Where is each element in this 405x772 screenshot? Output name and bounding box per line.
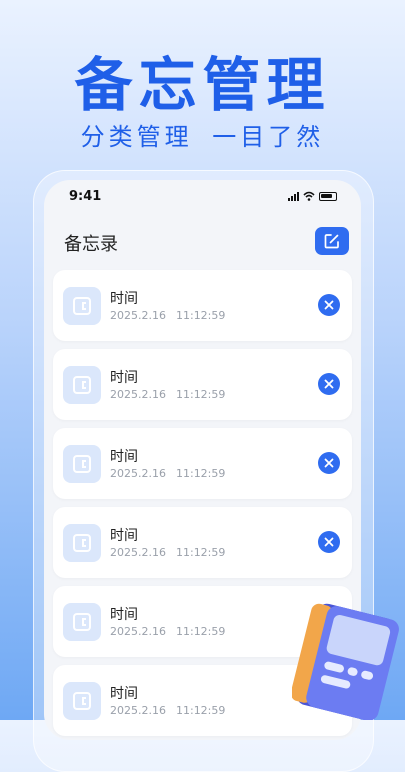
note-timestamp: 2025.2.16 11:12:59 bbox=[110, 704, 225, 717]
note-icon bbox=[63, 445, 101, 483]
note-icon bbox=[63, 682, 101, 720]
note-date: 2025.2.16 bbox=[110, 704, 166, 717]
close-icon bbox=[324, 537, 334, 547]
signal-icon bbox=[288, 192, 299, 201]
note-card[interactable]: 时间 2025.2.16 11:12:59 bbox=[53, 349, 352, 420]
note-title: 时间 bbox=[110, 607, 138, 623]
tablet-illustration bbox=[292, 603, 399, 720]
note-icon bbox=[63, 603, 101, 641]
delete-button[interactable] bbox=[318, 373, 340, 395]
note-time: 11:12:59 bbox=[175, 388, 226, 401]
status-icons bbox=[288, 191, 337, 201]
note-time: 11:12:59 bbox=[175, 467, 226, 480]
delete-button[interactable] bbox=[318, 531, 340, 553]
note-icon bbox=[63, 524, 101, 562]
note-icon bbox=[63, 287, 101, 325]
note-title: 时间 bbox=[110, 370, 138, 386]
note-card[interactable]: 时间 2025.2.16 11:12:59 bbox=[53, 270, 352, 341]
note-time: 11:12:59 bbox=[175, 309, 226, 322]
hero-title: 备忘管理 bbox=[74, 51, 331, 119]
close-icon bbox=[324, 300, 334, 310]
note-time: 11:12:59 bbox=[175, 546, 226, 559]
battery-icon bbox=[319, 192, 337, 201]
note-time: 11:12:59 bbox=[175, 704, 226, 717]
note-title: 时间 bbox=[110, 449, 138, 465]
close-icon bbox=[324, 458, 334, 468]
new-note-button[interactable] bbox=[315, 227, 349, 255]
note-timestamp: 2025.2.16 11:12:59 bbox=[110, 388, 225, 401]
note-title: 时间 bbox=[110, 686, 138, 702]
note-date: 2025.2.16 bbox=[110, 388, 166, 401]
wifi-icon bbox=[303, 191, 315, 201]
note-card[interactable]: 时间 2025.2.16 11:12:59 bbox=[53, 507, 352, 578]
page-title: 备忘录 bbox=[64, 234, 118, 255]
status-bar: 9:41 bbox=[44, 180, 361, 214]
status-time: 9:41 bbox=[69, 189, 102, 204]
note-timestamp: 2025.2.16 11:12:59 bbox=[110, 467, 225, 480]
note-icon bbox=[63, 366, 101, 404]
note-date: 2025.2.16 bbox=[110, 467, 166, 480]
note-timestamp: 2025.2.16 11:12:59 bbox=[110, 625, 225, 638]
delete-button[interactable] bbox=[318, 294, 340, 316]
note-time: 11:12:59 bbox=[175, 625, 226, 638]
note-title: 时间 bbox=[110, 291, 138, 307]
edit-icon bbox=[324, 234, 339, 249]
note-date: 2025.2.16 bbox=[110, 625, 166, 638]
note-title: 时间 bbox=[110, 528, 138, 544]
note-timestamp: 2025.2.16 11:12:59 bbox=[110, 309, 225, 322]
delete-button[interactable] bbox=[318, 452, 340, 474]
close-icon bbox=[324, 379, 334, 389]
note-date: 2025.2.16 bbox=[110, 546, 166, 559]
note-date: 2025.2.16 bbox=[110, 309, 166, 322]
note-card[interactable]: 时间 2025.2.16 11:12:59 bbox=[53, 428, 352, 499]
hero-subtitle: 分类管理 一目了然 bbox=[80, 123, 325, 151]
note-timestamp: 2025.2.16 11:12:59 bbox=[110, 546, 225, 559]
